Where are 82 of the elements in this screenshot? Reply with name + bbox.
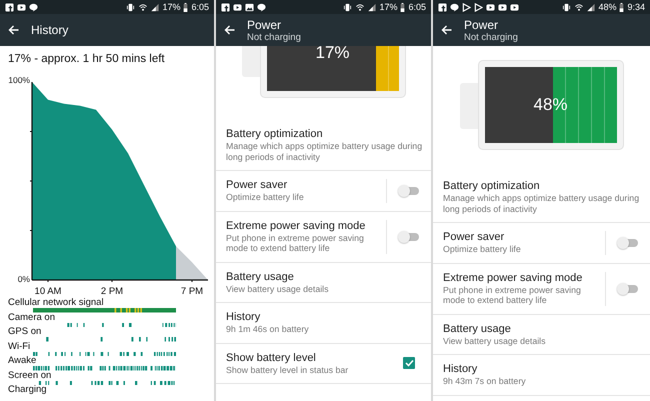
setting-description: Put phone in extreme power saving mode to extend battery life bbox=[226, 232, 365, 254]
setting-description: Optimize battery life bbox=[443, 244, 522, 254]
screen-title: Power bbox=[464, 18, 500, 32]
screen-title: Power bbox=[247, 18, 282, 32]
video-icon bbox=[498, 2, 507, 12]
activity-label: Awake bbox=[7, 356, 38, 366]
activity-label: Wi-Fi bbox=[7, 342, 32, 352]
signal-icon bbox=[587, 2, 596, 12]
wifi-icon bbox=[355, 2, 366, 12]
video-icon bbox=[17, 2, 26, 12]
activity-label: Cellular network signal bbox=[7, 298, 105, 308]
signal-icon bbox=[151, 2, 160, 12]
setting-title: History bbox=[443, 363, 478, 376]
setting-description: View battery usage details bbox=[443, 336, 547, 346]
back-arrow-icon bbox=[441, 25, 452, 35]
video-icon bbox=[510, 2, 519, 12]
activity-label: Charging bbox=[7, 385, 48, 395]
setting-title: Battery optimization bbox=[443, 180, 541, 193]
axis-label: 7 PM bbox=[180, 286, 204, 297]
toggle-switch[interactable] bbox=[398, 230, 420, 242]
clock: 6:05 bbox=[191, 2, 209, 12]
battery-icon bbox=[183, 2, 188, 12]
back-button[interactable] bbox=[441, 25, 452, 35]
setting-description: 9h 43m 7s on battery bbox=[443, 376, 527, 386]
battery-summary: 17% - approx. 1 hr 50 mins left bbox=[8, 52, 166, 66]
battery-icon bbox=[400, 2, 406, 12]
battery-icon bbox=[619, 2, 624, 12]
back-button[interactable] bbox=[8, 25, 19, 35]
back-arrow-icon bbox=[8, 25, 19, 35]
setting-title: Power saver bbox=[443, 231, 506, 244]
setting-description: 9h 1m 46s on battery bbox=[226, 324, 310, 334]
video-icon bbox=[486, 2, 495, 12]
battery-percent: 17% bbox=[162, 2, 180, 12]
setting-title: History bbox=[226, 311, 262, 324]
app-icon bbox=[5, 2, 14, 12]
setting-title: Battery optimization bbox=[226, 128, 324, 141]
axis-label: 100% bbox=[8, 75, 30, 85]
back-arrow-icon bbox=[224, 25, 235, 35]
activity-label: Camera on bbox=[7, 312, 56, 322]
setting-title: Show battery level bbox=[226, 352, 317, 364]
activity-label: GPS on bbox=[7, 327, 42, 337]
app-icon bbox=[221, 2, 230, 12]
axis-label: 10 AM bbox=[34, 286, 62, 297]
app-icon bbox=[438, 2, 447, 12]
video-icon bbox=[233, 2, 242, 12]
screen-subtitle: Not charging bbox=[247, 32, 301, 42]
setting-description: Manage which apps optimize battery usage during long periods of inactivity bbox=[443, 193, 640, 214]
setting-title: Extreme power saving mode bbox=[443, 272, 584, 284]
back-button[interactable] bbox=[224, 25, 235, 35]
chat-icon bbox=[450, 2, 459, 12]
axis-label: 0% bbox=[18, 274, 30, 284]
chat-icon bbox=[29, 2, 38, 12]
checkbox[interactable] bbox=[403, 357, 415, 370]
setting-description: View battery usage details bbox=[226, 284, 330, 294]
axis-label: 2 PM bbox=[100, 286, 124, 297]
setting-title: Battery usage bbox=[226, 270, 295, 284]
screen-subtitle: Not charging bbox=[464, 32, 518, 42]
battery-percentage: 17% bbox=[314, 46, 351, 63]
battery-percent: 48% bbox=[598, 2, 616, 12]
clock: 9:34 bbox=[627, 2, 645, 12]
toggle-switch[interactable] bbox=[617, 236, 639, 249]
setting-description: Optimize battery life bbox=[226, 192, 305, 202]
setting-description: Show battery level in status bar bbox=[226, 364, 350, 375]
setting-title: Battery usage bbox=[443, 322, 512, 336]
wifi-icon bbox=[138, 2, 148, 12]
activity-label: Screen on bbox=[7, 370, 52, 380]
chat-icon bbox=[257, 2, 266, 12]
toggle-switch[interactable] bbox=[398, 184, 420, 197]
wifi-icon bbox=[574, 2, 584, 12]
image-icon bbox=[245, 2, 254, 12]
vibrate-icon bbox=[126, 2, 136, 12]
setting-description: Manage which apps optimize battery usage during long periods of inactivity bbox=[226, 141, 424, 162]
setting-title: Power saver bbox=[226, 179, 288, 192]
vibrate-icon bbox=[562, 2, 572, 12]
signal-icon bbox=[368, 2, 376, 12]
vibrate-icon bbox=[343, 2, 352, 12]
battery-percent: 17% bbox=[379, 2, 398, 12]
screen-title: History bbox=[31, 23, 68, 37]
clock: 6:05 bbox=[408, 2, 426, 12]
setting-title: Extreme power saving mode bbox=[226, 220, 366, 232]
toggle-switch[interactable] bbox=[617, 282, 639, 294]
setting-description: Put phone in extreme power saving mode to extend battery life bbox=[443, 284, 582, 306]
